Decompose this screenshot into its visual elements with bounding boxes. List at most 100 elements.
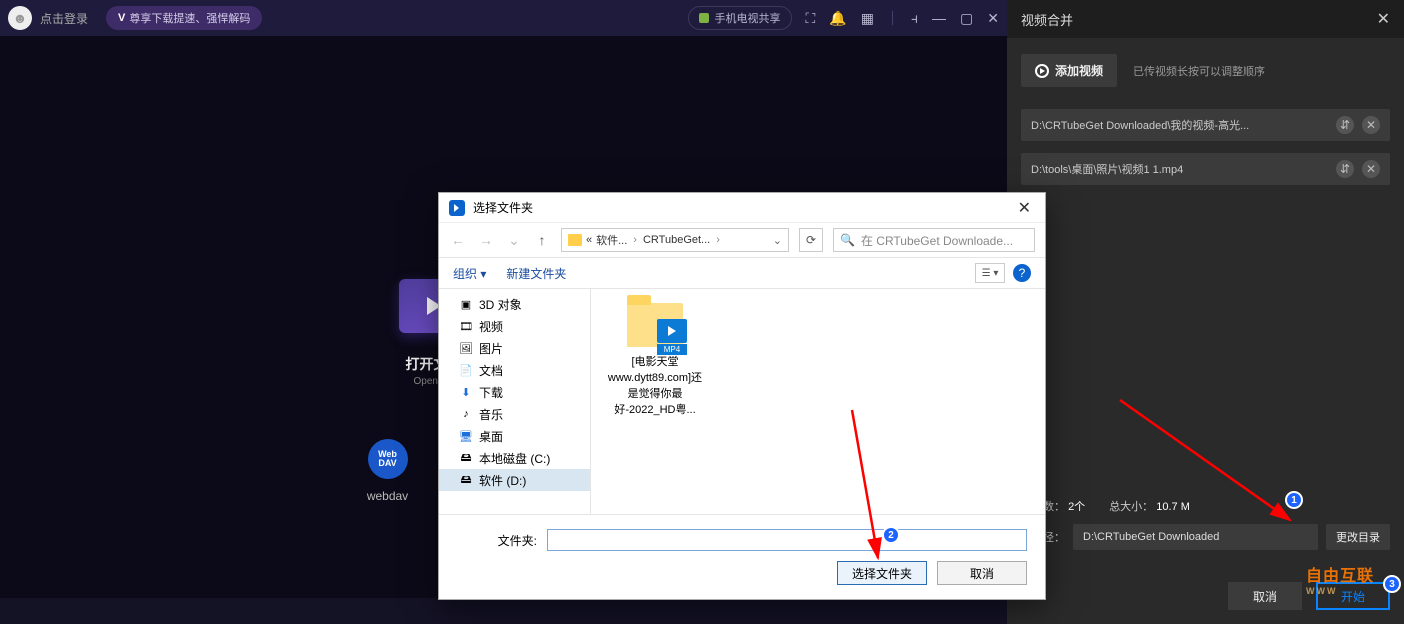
drive-icon: 🖴 — [459, 451, 473, 465]
folder-icon — [568, 234, 582, 246]
dialog-titlebar: 选择文件夹 ✕ — [439, 193, 1045, 223]
dialog-cancel-button[interactable]: 取消 — [937, 561, 1027, 585]
select-folder-button[interactable]: 选择文件夹 — [837, 561, 927, 585]
clip-row[interactable]: D:\CRTubeGet Downloaded\我的视频-高光... ⇵ ✕ — [1021, 109, 1390, 141]
dialog-body: ▣3D 对象 🎞视频 🖼图片 📄文档 ⬇下载 ♪音乐 🖥桌面 🖴本地磁盘 (C:… — [439, 289, 1045, 514]
vip-v-icon: V — [118, 12, 125, 24]
merge-cancel-button[interactable]: 取消 — [1228, 582, 1302, 610]
bell-icon[interactable]: 🔔 — [829, 10, 846, 27]
merge-panel-footer: 件总数： 2个 总大小： 10.7 M 存路径： D:\CRTubeGet Do… — [1007, 486, 1404, 624]
tree-music[interactable]: ♪音乐 — [439, 403, 590, 425]
dialog-app-icon — [449, 200, 465, 216]
chevron-right-icon: › — [716, 234, 720, 246]
dialog-toolbar: 组织 ▾ 新建文件夹 ☰ ▾ ? — [439, 257, 1045, 289]
add-hint: 已传视频长按可以调整顺序 — [1133, 63, 1265, 79]
tree-desktop[interactable]: 🖥桌面 — [439, 425, 590, 447]
refresh-icon[interactable]: ⟳ — [799, 228, 823, 252]
folder-item[interactable]: [电影天堂www.dytt89.com]还是觉得你最好-2022_HD粤... — [605, 303, 705, 417]
close-icon[interactable]: ✕ — [987, 10, 999, 27]
crumb-dropdown-icon[interactable]: ⌄ — [773, 234, 782, 247]
folder-name-label: 文件夹: — [457, 532, 537, 549]
breadcrumb[interactable]: « 软件... › CRTubeGet... › ⌄ — [561, 228, 789, 252]
count-value: 2个 — [1068, 501, 1085, 513]
dialog-close-icon[interactable]: ✕ — [1014, 198, 1035, 218]
add-video-label: 添加视频 — [1055, 62, 1103, 79]
dialog-title: 选择文件夹 — [473, 199, 533, 216]
dialog-nav: ← → ⌄ ↑ « 软件... › CRTubeGet... › ⌄ ⟳ 🔍 在… — [439, 223, 1045, 257]
phone-share-label: 手机电视共享 — [715, 10, 781, 26]
nav-recent-icon[interactable]: ⌄ — [505, 232, 523, 249]
merge-panel-title-bar: 视频合并 ✕ — [1007, 0, 1404, 38]
desktop-icon: 🖥 — [459, 429, 473, 443]
phone-share-pill[interactable]: 手机电视共享 — [688, 6, 792, 30]
new-folder-link[interactable]: 新建文件夹 — [506, 265, 566, 282]
search-icon: 🔍 — [840, 233, 855, 247]
annotation-badge-2: 2 — [882, 526, 900, 544]
add-video-button[interactable]: 添加视频 — [1021, 54, 1117, 87]
compact-icon[interactable]: ⫞ — [911, 10, 918, 27]
size-value: 10.7 M — [1156, 501, 1190, 513]
image-icon: 🖼 — [459, 341, 473, 355]
view-mode-icon[interactable]: ☰ ▾ — [975, 263, 1005, 283]
crumb-segment[interactable]: 软件... — [596, 232, 627, 248]
clip-name: D:\tools\桌面\照片\视频1 1.mp4 — [1031, 161, 1328, 177]
divider — [892, 11, 893, 25]
nav-up-icon[interactable]: ↑ — [533, 232, 551, 248]
minimize-icon[interactable]: — — [932, 10, 946, 26]
clip-name: D:\CRTubeGet Downloaded\我的视频-高光... — [1031, 117, 1328, 133]
vip-pill-label: 尊享下载提速、强悍解码 — [129, 10, 250, 26]
tree-drive-c[interactable]: 🖴本地磁盘 (C:) — [439, 447, 590, 469]
merge-panel: 视频合并 ✕ 添加视频 已传视频长按可以调整顺序 D:\CRTubeGet Do… — [1007, 0, 1404, 624]
organize-menu[interactable]: 组织 ▾ — [453, 265, 486, 282]
search-placeholder: 在 CRTubeGet Downloade... — [861, 232, 1013, 249]
avatar-icon[interactable]: ☻ — [8, 6, 32, 30]
annotation-badge-3: 3 — [1383, 575, 1401, 593]
nav-forward-icon: → — [477, 232, 495, 248]
add-row: 添加视频 已传视频长按可以调整顺序 — [1007, 38, 1404, 103]
vip-pill[interactable]: V 尊享下载提速、强悍解码 — [106, 6, 262, 30]
folder-picker-dialog: 选择文件夹 ✕ ← → ⌄ ↑ « 软件... › CRTubeGet... ›… — [438, 192, 1046, 600]
reorder-icon[interactable]: ⇵ — [1336, 116, 1354, 134]
play-circle-icon — [1035, 64, 1049, 78]
annotation-badge-1: 1 — [1285, 491, 1303, 509]
folder-item-name: [电影天堂www.dytt89.com]还是觉得你最好-2022_HD粤... — [605, 353, 705, 417]
film-icon: 🎞 — [459, 319, 473, 333]
panel-close-icon[interactable]: ✕ — [1377, 9, 1390, 29]
folder-mp4-icon — [627, 303, 683, 347]
tree-drive-d[interactable]: 🖴软件 (D:) — [439, 469, 590, 491]
webdav-label: webdav — [358, 489, 418, 503]
tree-pictures[interactable]: 🖼图片 — [439, 337, 590, 359]
clip-row[interactable]: D:\tools\桌面\照片\视频1 1.mp4 ⇵ ✕ — [1021, 153, 1390, 185]
document-icon: 📄 — [459, 363, 473, 377]
tree-3d-objects[interactable]: ▣3D 对象 — [439, 293, 590, 315]
size-label: 总大小： — [1109, 501, 1153, 513]
tree-documents[interactable]: 📄文档 — [439, 359, 590, 381]
watermark: 自由互联 WWW — [1306, 562, 1374, 596]
crumb-prefix: « — [586, 234, 592, 246]
tree-downloads[interactable]: ⬇下载 — [439, 381, 590, 403]
apps-icon[interactable]: ▦ — [861, 10, 874, 27]
tree-videos[interactable]: 🎞视频 — [439, 315, 590, 337]
nav-back-icon: ← — [449, 232, 467, 248]
login-link[interactable]: 点击登录 — [40, 10, 88, 27]
crumb-segment[interactable]: CRTubeGet... — [643, 234, 710, 246]
dialog-footer: 文件夹: 选择文件夹 取消 — [439, 514, 1045, 599]
file-grid[interactable]: [电影天堂www.dytt89.com]还是觉得你最好-2022_HD粤... — [591, 289, 1045, 514]
maximize-icon[interactable]: ▢ — [960, 10, 973, 27]
dialog-search[interactable]: 🔍 在 CRTubeGet Downloade... — [833, 228, 1035, 252]
help-icon[interactable]: ? — [1013, 264, 1031, 282]
titlebar: ☻ 点击登录 V 尊享下载提速、强悍解码 手机电视共享 ⛶ 🔔 ▦ ⫞ — ▢ … — [0, 0, 1007, 36]
gift-icon[interactable]: ⛶ — [806, 10, 816, 27]
remove-clip-icon[interactable]: ✕ — [1362, 160, 1380, 178]
chevron-right-icon: › — [633, 234, 637, 246]
webdav-icon: WebDAV — [368, 439, 408, 479]
cube-icon: ▣ — [459, 297, 473, 311]
reorder-icon[interactable]: ⇵ — [1336, 160, 1354, 178]
remove-clip-icon[interactable]: ✕ — [1362, 116, 1380, 134]
save-path-box: D:\CRTubeGet Downloaded — [1073, 524, 1318, 550]
folder-name-input[interactable] — [547, 529, 1027, 551]
change-dir-button[interactable]: 更改目录 — [1326, 524, 1390, 550]
merge-panel-title: 视频合并 — [1021, 10, 1073, 29]
webdav-item[interactable]: WebDAV webdav — [358, 439, 418, 506]
music-icon: ♪ — [459, 407, 473, 421]
